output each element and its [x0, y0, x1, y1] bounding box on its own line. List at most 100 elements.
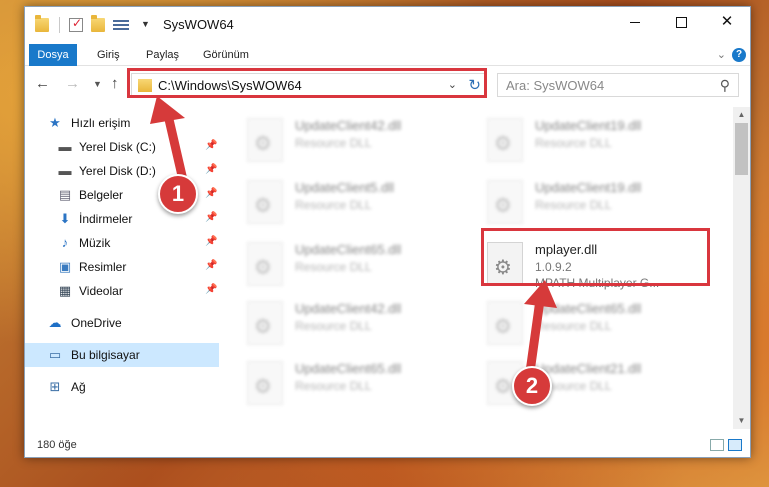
dll-file-icon: ⚙ [247, 301, 283, 345]
file-name: UpdateClient19.dll [535, 118, 642, 133]
file-type: Resource DLL [295, 136, 372, 150]
sidebar-item-network[interactable]: ⊞ Ağ [25, 375, 219, 399]
pin-icon[interactable]: 📌 [205, 212, 217, 223]
back-arrow-icon[interactable]: ← [35, 75, 50, 92]
minimize-button[interactable] [612, 7, 658, 37]
navigation-pane: ★ Hızlı erişim ▬ Yerel Disk (C:) 📌 ▬ Yer… [25, 107, 219, 437]
list-item[interactable]: ⚙ UpdateClient5.dll Resource DLL [247, 176, 482, 228]
help-icon[interactable]: ? [732, 48, 746, 62]
tab-gorunum[interactable]: Görünüm [203, 44, 249, 66]
recent-locations-chevron-icon[interactable]: ▼ [93, 79, 102, 89]
file-type: Resource DLL [295, 379, 372, 393]
tab-dosya[interactable]: Dosya [29, 44, 77, 66]
properties-icon[interactable] [69, 16, 83, 32]
file-name: UpdateClient5.dll [295, 180, 395, 195]
file-type: Resource DLL [295, 198, 372, 212]
forward-arrow-icon[interactable]: → [65, 75, 80, 92]
sidebar-item-music[interactable]: ♪ Müzik 📌 [25, 231, 219, 255]
tab-giris[interactable]: Giriş [97, 44, 120, 66]
up-arrow-icon[interactable]: ↑ [111, 75, 119, 92]
file-type: Resource DLL [295, 319, 372, 333]
cloud-icon: ☁ [48, 315, 62, 330]
sidebar-item-this-pc[interactable]: ▭ Bu bilgisayar [25, 343, 219, 367]
dll-file-icon: ⚙ [487, 301, 523, 345]
sidebar-item-label: Yerel Disk (D:) [79, 164, 156, 178]
title-separator [59, 17, 60, 33]
computer-icon: ▭ [48, 347, 62, 362]
documents-icon: ▤ [58, 187, 72, 202]
list-item[interactable]: ⚙ UpdateClient42.dll Resource DLL [247, 114, 482, 166]
sidebar-item-downloads[interactable]: ⬇ İndirmeler 📌 [25, 207, 219, 231]
pin-icon[interactable]: 📌 [205, 164, 217, 175]
dll-file-icon: ⚙ [487, 118, 523, 162]
pin-icon[interactable]: 📌 [205, 140, 217, 151]
pin-icon[interactable]: 📌 [205, 236, 217, 247]
expand-ribbon-icon[interactable]: ⌄ [717, 48, 726, 61]
dll-file-icon: ⚙ [247, 242, 283, 286]
sidebar-item-videos[interactable]: ▦ Videolar 📌 [25, 279, 219, 303]
step-badge-1: 1 [158, 174, 198, 214]
tab-paylas[interactable]: Paylaş [146, 44, 179, 66]
status-item-count: 180 öğe [37, 439, 77, 451]
new-folder-icon[interactable] [91, 15, 105, 32]
file-name: UpdateClient65.dll [295, 361, 402, 376]
sidebar-item-pictures[interactable]: ▣ Resimler 📌 [25, 255, 219, 279]
mplayer-dll-highlight [481, 228, 710, 286]
list-item[interactable]: ⚙ UpdateClient19.dll Resource DLL [487, 114, 722, 166]
dll-file-icon: ⚙ [487, 180, 523, 224]
title-bar: ▼ SysWOW64 ✕ [25, 7, 750, 41]
scroll-up-icon[interactable]: ▲ [733, 107, 750, 123]
maximize-button[interactable] [658, 7, 704, 37]
file-name: UpdateClient42.dll [295, 118, 402, 133]
ribbon-tabs: Dosya Giriş Paylaş Görünüm ⌄ ? [25, 44, 750, 66]
download-icon: ⬇ [59, 211, 71, 226]
pin-icon[interactable]: 📌 [205, 284, 217, 295]
sidebar-item-quick-access[interactable]: ★ Hızlı erişim [25, 111, 219, 135]
close-button[interactable]: ✕ [704, 7, 750, 37]
vertical-scrollbar[interactable]: ▲ ▼ [733, 107, 750, 429]
list-item[interactable]: ⚙ UpdateClient42.dll Resource DLL [247, 297, 482, 349]
folder-icon [35, 15, 49, 32]
file-type: Resource DLL [535, 198, 612, 212]
step-badge-2: 2 [512, 366, 552, 406]
customize-toolbar-arrow-icon[interactable]: ▼ [141, 19, 150, 29]
file-name: UpdateClient65.dll [535, 301, 642, 316]
scroll-thumb[interactable] [735, 123, 748, 175]
file-type: Resource DLL [535, 319, 612, 333]
view-menu-icon[interactable] [113, 18, 129, 32]
sidebar-item-label: Bu bilgisayar [71, 348, 140, 362]
sidebar-item-label: Resimler [79, 260, 127, 274]
list-item[interactable]: ⚙ UpdateClient19.dll Resource DLL [487, 176, 722, 228]
pin-icon[interactable]: 📌 [205, 188, 217, 199]
file-type: Resource DLL [535, 136, 612, 150]
pin-icon[interactable]: 📌 [205, 260, 217, 271]
sidebar-item-label: Videolar [79, 284, 123, 298]
sidebar-item-disk-c[interactable]: ▬ Yerel Disk (C:) 📌 [25, 135, 219, 159]
dll-file-icon: ⚙ [247, 180, 283, 224]
scroll-down-icon[interactable]: ▼ [733, 413, 750, 429]
sidebar-item-label: OneDrive [71, 316, 122, 330]
list-item[interactable]: ⚙ UpdateClient65.dll Resource DLL [487, 297, 722, 349]
sidebar-item-label: Ağ [71, 380, 86, 394]
star-icon: ★ [49, 115, 61, 130]
drive-icon: ▬ [58, 163, 72, 178]
file-name: UpdateClient65.dll [295, 242, 402, 257]
details-view-icon[interactable] [710, 439, 724, 451]
pictures-icon: ▣ [58, 259, 72, 274]
file-name: UpdateClient21.dll [535, 361, 642, 376]
search-icon[interactable]: ⚲ [720, 77, 730, 94]
sidebar-item-onedrive[interactable]: ☁ OneDrive [25, 311, 219, 335]
music-icon: ♪ [61, 235, 69, 250]
list-item[interactable]: ⚙ UpdateClient65.dll Resource DLL [247, 238, 482, 290]
file-name: UpdateClient19.dll [535, 180, 642, 195]
large-icons-view-icon[interactable] [728, 439, 742, 451]
drive-icon: ▬ [58, 139, 72, 154]
dll-file-icon: ⚙ [247, 118, 283, 162]
address-bar-highlight [127, 68, 487, 98]
list-item[interactable]: ⚙ UpdateClient65.dll Resource DLL [247, 357, 482, 409]
file-type: Resource DLL [295, 260, 372, 274]
search-box[interactable]: Ara: SysWOW64 ⚲ [497, 73, 739, 97]
sidebar-item-label: Müzik [79, 236, 111, 250]
sidebar-item-label: Belgeler [79, 188, 124, 202]
search-placeholder[interactable]: Ara: SysWOW64 [506, 78, 604, 93]
